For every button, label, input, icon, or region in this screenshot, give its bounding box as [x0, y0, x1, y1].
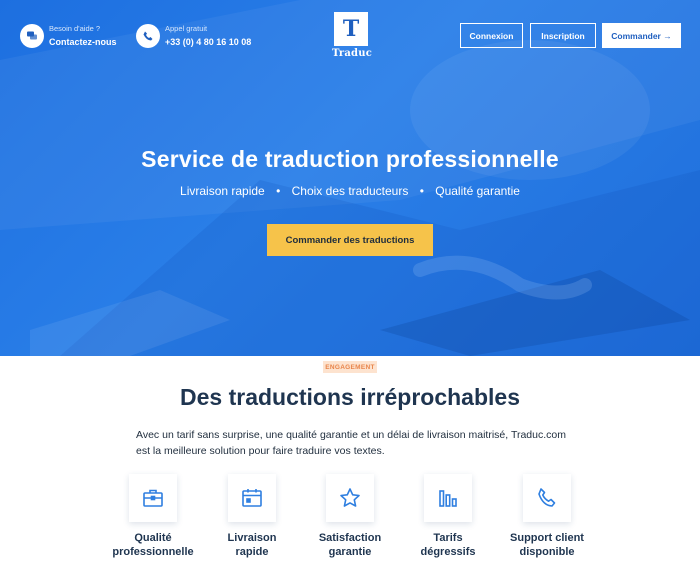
feature-label-line2: professionnelle: [112, 546, 194, 558]
feature-label-line2: rapide: [235, 546, 269, 558]
logo-mark: T: [334, 12, 368, 46]
section-title: Des traductions irréprochables: [180, 384, 520, 410]
briefcase-icon: [129, 474, 177, 522]
phone-caption: Appel gratuit: [165, 24, 208, 33]
calendar-icon: [228, 474, 276, 522]
section-badge: ENGAGEMENT: [323, 361, 377, 373]
feature-label-line1: Satisfaction: [318, 532, 382, 544]
feature-item: Support client disponible: [497, 474, 597, 559]
feature-label-line2: dégressifs: [420, 546, 476, 558]
feature-item: Livraison rapide: [202, 474, 302, 559]
help-caption: Besoin d'aide ?: [49, 24, 101, 33]
feature-item: Qualité professionnelle: [103, 474, 203, 559]
phone-icon: [523, 474, 571, 522]
feature-item: Tarifs dégressifs: [398, 474, 498, 559]
hero-banner: Besoin d'aide ? Contactez-nous Appel gra…: [0, 0, 700, 356]
logo-name: Traduc: [332, 48, 373, 59]
hero-features: Livraison rapide • Choix des traducteurs…: [0, 184, 700, 198]
feature-label-line1: Livraison: [227, 532, 277, 544]
section-description: Avec un tarif sans surprise, une qualité…: [136, 429, 566, 457]
hero-separator: •: [419, 184, 424, 198]
phone-number[interactable]: +33 (0) 4 80 16 10 08: [165, 36, 251, 48]
feature-list: Qualité professionnelle Livraison rapide…: [0, 474, 700, 575]
phone-icon: [136, 23, 160, 48]
feature-label-line1: Tarifs: [433, 532, 463, 544]
hero-separator: •: [276, 184, 281, 198]
login-button[interactable]: Connexion: [460, 23, 523, 48]
hero-feature-2: Choix des traducteurs: [291, 184, 409, 198]
help-link[interactable]: Contactez-nous: [49, 36, 117, 48]
order-button[interactable]: Commander →: [602, 23, 681, 48]
hero-feature-1: Livraison rapide: [180, 184, 265, 198]
top-bar: Besoin d'aide ? Contactez-nous Appel gra…: [0, 0, 700, 72]
phone-contact[interactable]: Appel gratuit +33 (0) 4 80 16 10 08: [136, 23, 251, 48]
site-logo[interactable]: T Traduc: [332, 12, 373, 59]
feature-item: Satisfaction garantie: [300, 474, 400, 559]
star-icon: [326, 474, 374, 522]
feature-label-line1: Support client: [510, 532, 584, 544]
chat-bubble-icon: [20, 23, 44, 48]
feature-label-line1: Qualité: [134, 532, 172, 544]
help-contact[interactable]: Besoin d'aide ? Contactez-nous: [20, 23, 117, 48]
order-translations-button[interactable]: Commander des traductions: [267, 224, 433, 256]
hero-title: Service de traduction professionnelle: [141, 146, 559, 172]
feature-label-line2: disponible: [519, 546, 575, 558]
signup-button[interactable]: Inscription: [530, 23, 596, 48]
feature-label-line2: garantie: [328, 546, 372, 558]
hero-feature-3: Qualité garantie: [435, 184, 520, 198]
bar-chart-icon: [424, 474, 472, 522]
